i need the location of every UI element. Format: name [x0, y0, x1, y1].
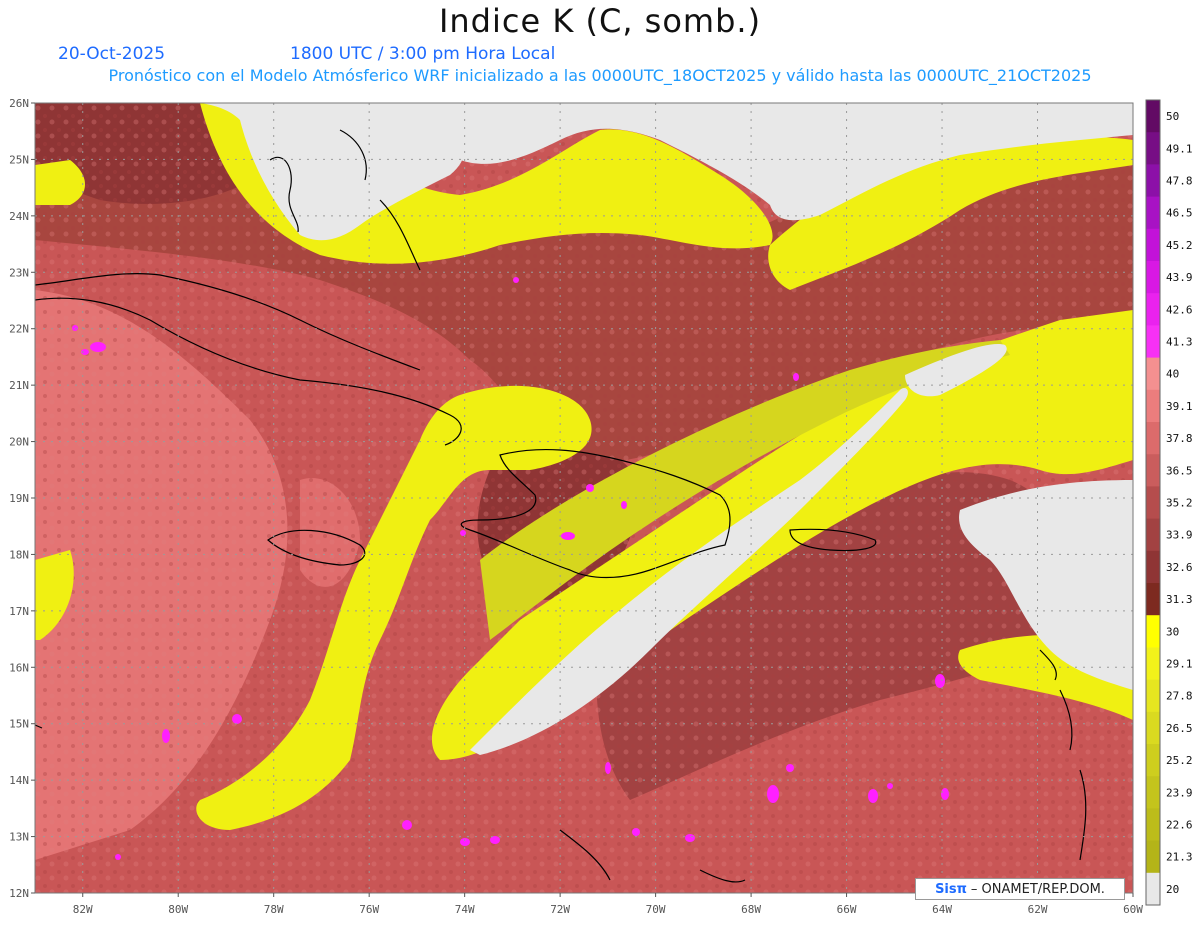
colorbar-label: 20: [1166, 883, 1179, 896]
colorbar-label: 36.5: [1166, 464, 1193, 477]
colorbar-swatch: [1146, 615, 1160, 648]
colorbar-label: 33.9: [1166, 529, 1193, 542]
lon-label: 66W: [837, 903, 857, 916]
colorbar-swatch: [1146, 647, 1160, 681]
colorbar-swatch: [1146, 776, 1160, 809]
lon-label: 70W: [646, 903, 666, 916]
colorbar-label: 47.8: [1166, 175, 1193, 188]
lat-label: 24N: [9, 210, 29, 223]
colorbar-swatch: [1146, 711, 1160, 745]
colorbar-label: 31.3: [1166, 593, 1193, 606]
colorbar-swatch: [1146, 486, 1160, 520]
colorbar-swatch: [1146, 454, 1160, 487]
credit-text: – ONAMET/REP.DOM.: [970, 881, 1105, 897]
colorbar-label: 42.6: [1166, 303, 1193, 316]
colorbar-label: 32.6: [1166, 561, 1193, 574]
lon-label: 82W: [73, 903, 93, 916]
lat-label: 13N: [9, 831, 29, 844]
colorbar-label: 30: [1166, 625, 1179, 638]
colorbar-swatch: [1146, 422, 1160, 455]
lat-label: 25N: [9, 153, 29, 166]
lat-label: 14N: [9, 774, 29, 787]
colorbar-label: 37.8: [1166, 432, 1193, 445]
map-field: [35, 103, 1133, 893]
colorbar-swatch: [1146, 164, 1160, 198]
colorbar-swatch: [1146, 679, 1160, 713]
colorbar-label: 43.9: [1166, 271, 1193, 284]
k-index-map: 26N 25N 24N 23N 22N 21N 20N 19N 18N 17N 16N 15N 14N 1…: [9, 97, 1193, 916]
colorbar-swatch: [1146, 583, 1160, 616]
lat-label: 19N: [9, 492, 29, 505]
lat-label: 22N: [9, 323, 29, 336]
colorbar-swatch: [1146, 389, 1160, 423]
colorbar-label: 27.8: [1166, 690, 1193, 703]
colorbar-swatch: [1146, 872, 1160, 906]
colorbar-swatch: [1146, 808, 1160, 842]
colorbar-label: 26.5: [1166, 722, 1193, 735]
lon-label: 64W: [932, 903, 952, 916]
colorbar-swatch: [1146, 132, 1160, 165]
lon-label: 78W: [264, 903, 284, 916]
colorbar-label: 50: [1166, 110, 1179, 123]
colorbar: 50 49.1 47.8 46.5 45.2 43.9 42.6 41.3 40 39.1 37.8…: [1145, 99, 1193, 906]
lat-label: 16N: [9, 661, 29, 674]
lon-label: 62W: [1028, 903, 1048, 916]
colorbar-label: 39.1: [1166, 400, 1193, 413]
colorbar-label: 49.1: [1166, 142, 1193, 155]
lat-label: 21N: [9, 379, 29, 392]
colorbar-swatch: [1146, 357, 1160, 391]
colorbar-label: 29.1: [1166, 658, 1193, 671]
colorbar-label: 25.2: [1166, 754, 1193, 767]
lat-label: 15N: [9, 718, 29, 731]
colorbar-label: 40: [1166, 368, 1179, 381]
colorbar-label: 41.3: [1166, 336, 1193, 349]
lat-label: 12N: [9, 887, 29, 900]
lon-label: 68W: [741, 903, 761, 916]
lat-label: 23N: [9, 266, 29, 279]
colorbar-label: 22.6: [1166, 819, 1193, 832]
colorbar-label: 46.5: [1166, 207, 1193, 220]
colorbar-swatch: [1146, 100, 1160, 133]
lon-label: 76W: [359, 903, 379, 916]
colorbar-swatch: [1146, 325, 1160, 359]
lat-label: 17N: [9, 605, 29, 618]
colorbar-swatch: [1146, 261, 1160, 294]
colorbar-label: 21.3: [1166, 851, 1193, 864]
credit-brand: Sisπ: [935, 881, 967, 897]
colorbar-label: 45.2: [1166, 239, 1193, 252]
colorbar-swatch: [1146, 293, 1160, 326]
lon-label: 80W: [168, 903, 188, 916]
colorbar-swatch: [1146, 196, 1160, 230]
lon-label: 74W: [455, 903, 475, 916]
credit-box: Sisπ – ONAMET/REP.DOM.: [915, 878, 1125, 900]
lat-label: 18N: [9, 548, 29, 561]
colorbar-swatch: [1146, 228, 1160, 262]
colorbar-swatch: [1146, 744, 1160, 777]
lon-label: 72W: [550, 903, 570, 916]
lat-label: 26N: [9, 97, 29, 110]
colorbar-label: 23.9: [1166, 786, 1193, 799]
colorbar-label: 35.2: [1166, 497, 1193, 510]
colorbar-swatch: [1146, 550, 1160, 584]
colorbar-swatch: [1146, 840, 1160, 874]
colorbar-swatch: [1146, 518, 1160, 552]
lon-label: 60W: [1123, 903, 1143, 916]
lat-labels: 26N 25N 24N 23N 22N 21N 20N 19N 18N 17N 16N 15N 14N 1…: [9, 97, 35, 900]
lat-label: 20N: [9, 436, 29, 449]
